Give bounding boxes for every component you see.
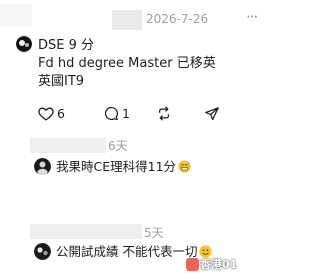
- heart-icon: [38, 107, 54, 121]
- comment-text-line: 英國IT9: [38, 74, 85, 89]
- reply-bubble-icon: [104, 106, 118, 121]
- avatar[interactable]: [34, 243, 51, 260]
- share-button[interactable]: [204, 106, 220, 121]
- comment-text-line: DSE 9 分: [38, 38, 95, 53]
- watermark-logo: [186, 258, 199, 271]
- avatar[interactable]: [16, 36, 32, 52]
- repost-icon: [159, 106, 169, 121]
- reply-count: 1: [122, 105, 130, 121]
- avatar[interactable]: [34, 158, 51, 175]
- comment-text-body: 公開試成績 不能代表一切: [56, 244, 198, 259]
- grinning-sweat-emoji: [178, 160, 191, 173]
- top-avatar-placeholder: [0, 4, 32, 26]
- watermark-text: 香港01: [200, 258, 238, 271]
- more-options-icon[interactable]: ···: [246, 10, 258, 25]
- smiling-emoji: [199, 245, 213, 258]
- comment-time: 6天: [108, 139, 128, 153]
- blurred-username: [30, 224, 142, 239]
- blurred-username: [30, 138, 106, 153]
- share-send-icon: [205, 107, 219, 121]
- reply-button[interactable]: 1: [104, 106, 130, 121]
- comment-text-body: 我果時CE理科得11分: [56, 159, 177, 174]
- comment-text-line: Fd hd degree Master 已移英: [38, 56, 216, 71]
- like-count: 6: [57, 105, 65, 121]
- blurred-username: [112, 10, 142, 30]
- repost-button[interactable]: [156, 106, 172, 121]
- comment-text: 我果時CE理科得11分: [56, 159, 191, 175]
- post-date: 2026-7-26: [146, 12, 209, 26]
- like-button[interactable]: 6: [38, 106, 65, 121]
- comment-time: 5天: [144, 226, 164, 240]
